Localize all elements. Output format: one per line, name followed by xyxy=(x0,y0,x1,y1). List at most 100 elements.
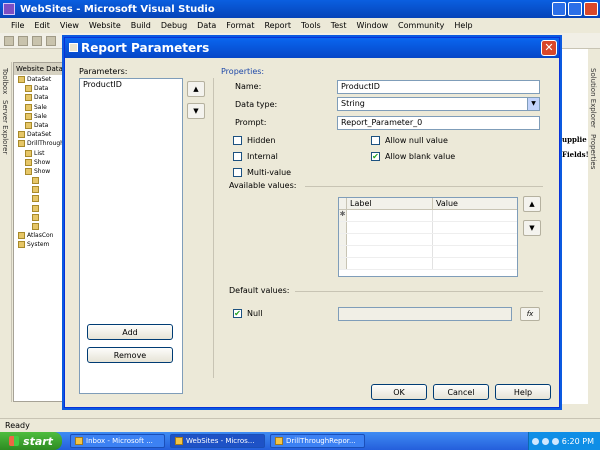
grid-header: Label Value xyxy=(339,198,517,210)
server-explorer-tab[interactable]: Server Explorer xyxy=(1,100,9,154)
folder-icon xyxy=(25,112,32,120)
ok-button[interactable]: OK xyxy=(371,384,427,400)
status-bar: Ready xyxy=(0,418,600,432)
table-row[interactable] xyxy=(339,258,517,270)
datatype-select[interactable]: String ▼ xyxy=(337,97,540,111)
visual-studio-icon xyxy=(3,3,15,15)
hidden-label: Hidden xyxy=(247,136,276,145)
tree-item-label: Show xyxy=(34,167,51,175)
tree-item-label: Data xyxy=(34,94,49,102)
new-row-marker-icon: ✱ xyxy=(339,210,347,221)
table-row[interactable] xyxy=(339,234,517,246)
clock[interactable]: 6:20 PM xyxy=(562,437,594,446)
available-values-grid[interactable]: Label Value ✱ xyxy=(338,197,518,277)
start-button[interactable]: start xyxy=(0,432,62,450)
folder-icon xyxy=(32,213,39,221)
menu-test[interactable]: Test xyxy=(326,21,352,30)
system-tray: 6:20 PM xyxy=(528,432,600,450)
menu-tools[interactable]: Tools xyxy=(296,21,326,30)
available-values-label: Available values: xyxy=(229,181,297,190)
tree-item-label: Show xyxy=(34,158,51,166)
security-icon[interactable] xyxy=(551,437,559,445)
allow-null-label: Allow null value xyxy=(385,136,448,145)
null-label: Null xyxy=(247,309,263,318)
folder-icon xyxy=(18,232,25,240)
open-file-icon[interactable] xyxy=(32,36,42,46)
save-icon[interactable] xyxy=(46,36,56,46)
table-row[interactable]: ✱ xyxy=(339,210,517,222)
menu-data[interactable]: Data xyxy=(192,21,221,30)
taskbar-item-websites[interactable]: WebSites - Micros... xyxy=(170,434,265,448)
menu-build[interactable]: Build xyxy=(126,21,156,30)
hidden-checkbox[interactable] xyxy=(233,136,242,145)
menu-community[interactable]: Community xyxy=(393,21,449,30)
allow-null-checkbox[interactable] xyxy=(371,136,380,145)
solution-explorer-tab[interactable]: Solution Explorer xyxy=(589,68,597,128)
dialog-title: Report Parameters xyxy=(81,41,210,55)
taskbar-item-inbox[interactable]: Inbox - Microsoft ... xyxy=(70,434,165,448)
table-row[interactable] xyxy=(339,222,517,234)
dialog-close-button[interactable]: ✕ xyxy=(541,40,557,56)
design-text-suppliers: upplie xyxy=(562,135,587,144)
internal-checkbox[interactable] xyxy=(233,152,242,161)
tree-item-label: AtlasCon xyxy=(27,232,54,240)
menu-help[interactable]: Help xyxy=(449,21,477,30)
list-item[interactable]: ProductID xyxy=(80,79,182,90)
tree-item-label: System xyxy=(27,241,50,249)
name-field[interactable]: ProductID xyxy=(337,80,540,94)
folder-icon xyxy=(18,241,25,249)
menu-format[interactable]: Format xyxy=(221,21,259,30)
tree-item-label: Data xyxy=(34,121,49,129)
volume-icon[interactable] xyxy=(541,437,549,445)
null-checkbox[interactable]: ✔ xyxy=(233,309,242,318)
menu-file[interactable]: File xyxy=(6,21,29,30)
network-icon[interactable] xyxy=(531,437,539,445)
expression-button[interactable]: fx xyxy=(520,307,540,321)
folder-icon xyxy=(25,158,32,166)
grid-move-down-button[interactable]: ▼ xyxy=(523,220,541,236)
new-project-icon[interactable] xyxy=(4,36,14,46)
internal-label: Internal xyxy=(247,152,278,161)
prompt-label: Prompt: xyxy=(235,118,267,127)
name-label: Name: xyxy=(235,82,262,91)
remove-button[interactable]: Remove xyxy=(87,347,173,363)
help-button[interactable]: Help xyxy=(495,384,551,400)
move-up-button[interactable]: ▲ xyxy=(187,81,205,97)
table-row[interactable] xyxy=(339,246,517,258)
folder-icon xyxy=(32,186,39,194)
folder-icon xyxy=(25,167,32,175)
cancel-button[interactable]: Cancel xyxy=(433,384,489,400)
multivalue-label: Multi-value xyxy=(247,168,292,177)
allow-blank-checkbox[interactable]: ✔ xyxy=(371,152,380,161)
allow-blank-label: Allow blank value xyxy=(385,152,456,161)
menu-debug[interactable]: Debug xyxy=(156,21,192,30)
move-down-button[interactable]: ▼ xyxy=(187,103,205,119)
grid-move-up-button[interactable]: ▲ xyxy=(523,196,541,212)
prompt-field[interactable]: Report_Parameter_0 xyxy=(337,116,540,130)
multivalue-checkbox[interactable] xyxy=(233,168,242,177)
folder-icon xyxy=(32,204,39,212)
maximize-button[interactable] xyxy=(568,2,582,16)
properties-tab[interactable]: Properties xyxy=(589,134,597,169)
menu-view[interactable]: View xyxy=(55,21,84,30)
menu-window[interactable]: Window xyxy=(352,21,394,30)
toolbox-tab[interactable]: Toolbox xyxy=(1,68,9,94)
default-value-field[interactable] xyxy=(338,307,512,321)
add-item-icon[interactable] xyxy=(18,36,28,46)
chevron-down-icon[interactable]: ▼ xyxy=(527,98,539,110)
close-window-button[interactable] xyxy=(584,2,598,16)
add-button[interactable]: Add xyxy=(87,324,173,340)
taskbar-item-label: DrillThroughRepor... xyxy=(286,437,356,445)
minimize-button[interactable] xyxy=(552,2,566,16)
menu-edit[interactable]: Edit xyxy=(29,21,55,30)
menu-website[interactable]: Website xyxy=(84,21,126,30)
folder-icon xyxy=(18,140,25,148)
taskbar-item-label: WebSites - Micros... xyxy=(186,437,255,445)
taskbar-item-drillthrough[interactable]: DrillThroughRepor... xyxy=(270,434,365,448)
grid-col-label: Label xyxy=(347,198,433,209)
tree-item-label: Data xyxy=(34,85,49,93)
available-values-divider xyxy=(305,186,543,187)
tree-item-label: Sale xyxy=(34,103,47,111)
menu-report[interactable]: Report xyxy=(259,21,296,30)
folder-icon xyxy=(25,94,32,102)
